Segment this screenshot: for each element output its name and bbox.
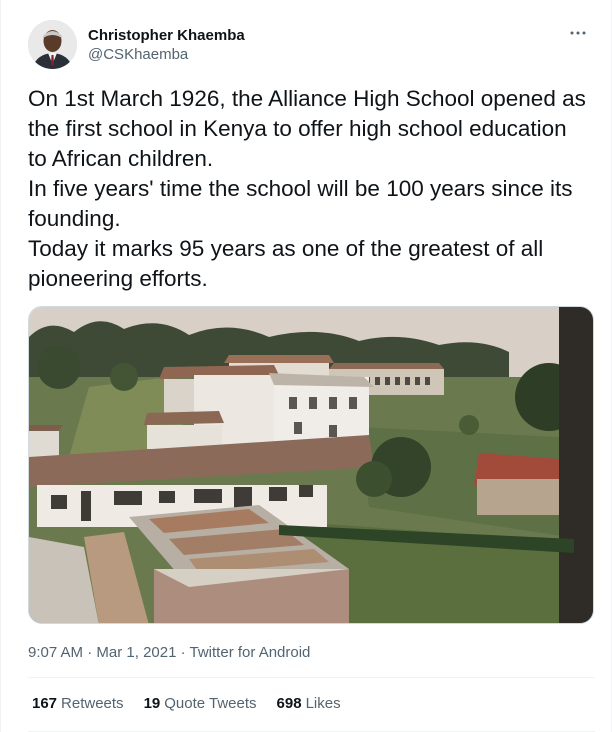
retweets-label: Retweets (61, 695, 124, 712)
likes-count: 698 (276, 695, 302, 712)
author-handle[interactable]: @CSKhaemba (88, 45, 245, 64)
tweet-text-line: founding. (28, 206, 121, 231)
tweet-source-link[interactable]: Twitter for Android (190, 644, 311, 661)
meta-separator: · (87, 644, 93, 661)
likes-stat[interactable]: 698 Likes (277, 695, 341, 712)
school-campus-photo (29, 307, 593, 623)
quote-tweets-count: 19 (143, 695, 161, 712)
tweet-header: Christopher Khaemba @CSKhaemba (28, 20, 595, 72)
likes-label: Likes (305, 695, 341, 712)
meta-separator: · (180, 644, 186, 661)
tweet-text-line: to African children. (28, 146, 214, 171)
quote-tweets-stat[interactable]: 19 Quote Tweets (144, 695, 257, 712)
tweet-meta: 9:07 AM · Mar 1, 2021 · Twitter for Andr… (28, 644, 310, 661)
tweet-time-link[interactable]: 9:07 AM (28, 644, 83, 661)
tweet-card: Christopher Khaemba @CSKhaemba On 1st Ma… (0, 0, 612, 732)
tweet-date-link[interactable]: Mar 1, 2021 (96, 644, 176, 661)
divider (28, 677, 595, 678)
author-display-name[interactable]: Christopher Khaemba (88, 27, 245, 45)
tweet-text-line: pioneering efforts. (28, 266, 208, 291)
retweets-stat[interactable]: 167 Retweets (32, 695, 124, 712)
tweet-text-line: Today it marks 95 years as one of the gr… (28, 236, 544, 261)
avatar-photo (28, 20, 77, 69)
author-names: Christopher Khaemba @CSKhaemba (88, 27, 245, 64)
quote-tweets-label: Quote Tweets (164, 695, 257, 712)
tweet-text-line: In five years' time the school will be 1… (28, 176, 573, 201)
more-options-icon[interactable] (567, 26, 589, 40)
retweets-count: 167 (32, 695, 58, 712)
avatar[interactable] (28, 20, 77, 69)
tweet-text-line: On 1st March 1926, the Alliance High Sch… (28, 86, 586, 111)
tweet-stats: 167 Retweets 19 Quote Tweets 698 Likes (32, 695, 341, 712)
tweet-text-line: the first school in Kenya to offer high … (28, 116, 567, 141)
tweet-photo[interactable] (28, 306, 594, 624)
tweet-text: On 1st March 1926, the Alliance High Sch… (28, 84, 598, 294)
